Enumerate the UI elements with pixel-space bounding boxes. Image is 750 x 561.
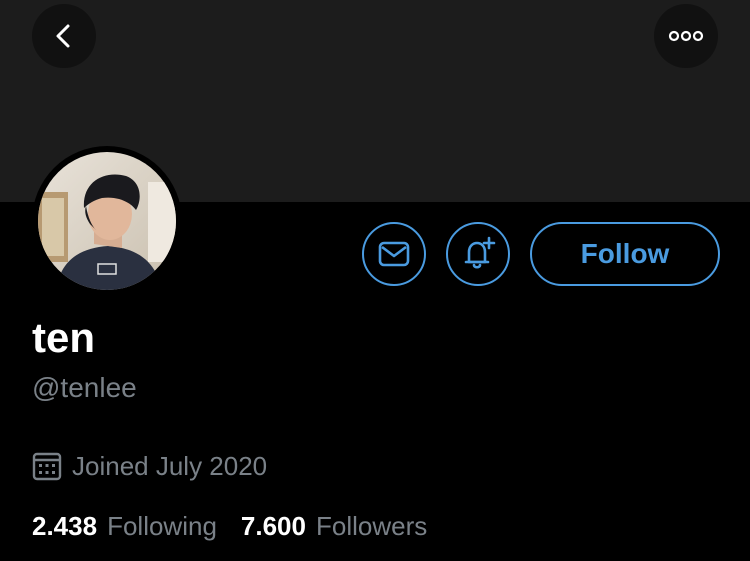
- message-button[interactable]: [362, 222, 426, 286]
- avatar[interactable]: [38, 152, 176, 290]
- avatar-frame: [32, 146, 182, 296]
- envelope-icon: [378, 241, 410, 267]
- display-name: ten: [32, 314, 95, 361]
- joined-date-row: Joined July 2020: [32, 446, 267, 486]
- profile-screen: Follow ten @tenlee Joined July 2020 2.43…: [0, 0, 750, 561]
- joined-date: Joined July 2020: [72, 450, 268, 481]
- more-options-button[interactable]: [654, 4, 718, 68]
- follow-button[interactable]: Follow: [530, 222, 720, 286]
- calendar-icon: [32, 452, 62, 481]
- avatar-photo: [38, 152, 176, 290]
- follow-stats: 2.438 Following 7.600 Followers: [32, 506, 451, 546]
- user-handle: @tenlee: [32, 372, 137, 403]
- more-dots-icon: [668, 30, 704, 42]
- following-label[interactable]: Following: [107, 511, 217, 542]
- notifications-button[interactable]: [446, 222, 510, 286]
- back-button[interactable]: [32, 4, 96, 68]
- following-count[interactable]: 2.438: [32, 511, 97, 542]
- followers-count[interactable]: 7.600: [241, 511, 306, 542]
- follow-button-label: Follow: [580, 238, 670, 269]
- followers-label[interactable]: Followers: [316, 511, 427, 542]
- bell-plus-icon: [464, 236, 496, 269]
- chevron-left-icon: [56, 24, 70, 48]
